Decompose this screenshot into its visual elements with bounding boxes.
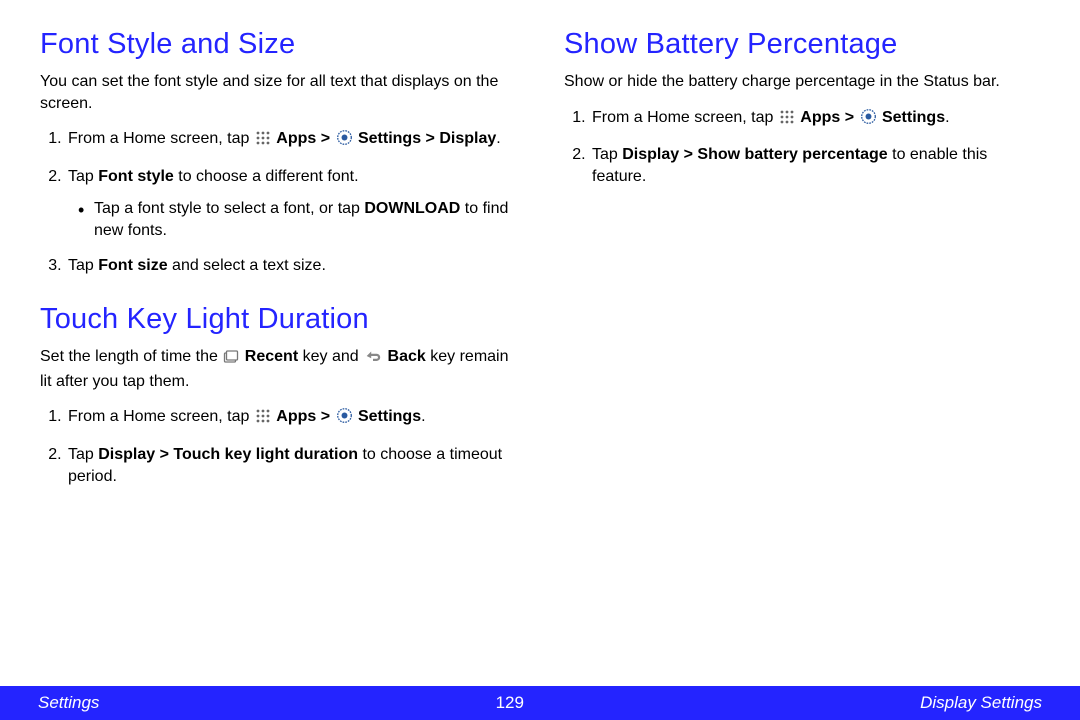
intro-battery-pct: Show or hide the battery charge percenta…	[564, 71, 1040, 93]
text: to choose a different font.	[174, 168, 359, 185]
bold-apps: Apps >	[276, 408, 334, 425]
step-1: From a Home screen, tap Apps > Settings.	[590, 107, 1040, 132]
bold-settings: Settings	[882, 109, 945, 126]
text: .	[945, 109, 949, 126]
bold-apps: Apps >	[276, 130, 334, 147]
text: Set the length of time the	[40, 348, 222, 365]
heading-font-style: Font Style and Size	[40, 28, 516, 61]
heading-battery-pct: Show Battery Percentage	[564, 28, 1040, 61]
settings-gear-icon	[336, 129, 353, 153]
right-column: Show Battery Percentage Show or hide the…	[564, 28, 1040, 660]
text: .	[496, 130, 500, 147]
intro-touch-key: Set the length of time the Recent key an…	[40, 346, 516, 392]
page-footer: Settings 129 Display Settings	[0, 686, 1080, 720]
section-font-style-size: Font Style and Size You can set the font…	[40, 28, 516, 277]
text: key and	[298, 348, 363, 365]
text: Tap	[68, 446, 98, 463]
step-1: From a Home screen, tap Apps > Settings …	[66, 128, 516, 153]
text: From a Home screen, tap	[68, 130, 254, 147]
steps-font-style: From a Home screen, tap Apps > Settings …	[40, 128, 516, 277]
bold-settings-display: Settings > Display	[358, 130, 496, 147]
recent-key-icon	[223, 349, 239, 371]
step-2: Tap Font style to choose a different fon…	[66, 166, 516, 243]
step-2: Tap Display > Touch key light duration t…	[66, 444, 516, 489]
intro-font-style: You can set the font style and size for …	[40, 71, 516, 114]
section-battery-pct: Show Battery Percentage Show or hide the…	[564, 28, 1040, 189]
step-1: From a Home screen, tap Apps > Settings.	[66, 406, 516, 431]
text: Tap	[592, 146, 622, 163]
footer-page-number: 129	[496, 693, 524, 713]
settings-gear-icon	[336, 407, 353, 431]
step-3: Tap Font size and select a text size.	[66, 255, 516, 277]
bold-settings: Settings	[358, 408, 421, 425]
heading-touch-key: Touch Key Light Duration	[40, 303, 516, 336]
bold-font-size: Font size	[98, 257, 167, 274]
back-key-icon	[364, 348, 382, 371]
text: Tap a font style to select a font, or ta…	[94, 200, 364, 217]
apps-grid-icon	[255, 408, 271, 431]
bold-font-style: Font style	[98, 168, 174, 185]
apps-grid-icon	[255, 130, 271, 153]
substep-1: Tap a font style to select a font, or ta…	[78, 198, 516, 243]
step-2: Tap Display > Show battery percentage to…	[590, 144, 1040, 189]
bold-apps: Apps >	[800, 109, 858, 126]
steps-touch-key: From a Home screen, tap Apps > Settings.…	[40, 406, 516, 488]
bold-display-battery: Display > Show battery percentage	[622, 146, 887, 163]
text: From a Home screen, tap	[592, 109, 778, 126]
text: From a Home screen, tap	[68, 408, 254, 425]
text: Tap	[68, 257, 98, 274]
page-content: Font Style and Size You can set the font…	[0, 0, 1080, 660]
steps-battery-pct: From a Home screen, tap Apps > Settings.…	[564, 107, 1040, 189]
footer-left: Settings	[38, 693, 99, 713]
section-touch-key-light: Touch Key Light Duration Set the length …	[40, 303, 516, 488]
apps-grid-icon	[779, 109, 795, 132]
text: and select a text size.	[168, 257, 326, 274]
bold-recent: Recent	[245, 348, 298, 365]
substeps: Tap a font style to select a font, or ta…	[68, 198, 516, 243]
bold-download: DOWNLOAD	[364, 200, 460, 217]
bold-back: Back	[388, 348, 426, 365]
text: .	[421, 408, 425, 425]
left-column: Font Style and Size You can set the font…	[40, 28, 516, 660]
settings-gear-icon	[860, 108, 877, 132]
bold-display-touch: Display > Touch key light duration	[98, 446, 358, 463]
text: Tap	[68, 168, 98, 185]
footer-right: Display Settings	[920, 693, 1042, 713]
